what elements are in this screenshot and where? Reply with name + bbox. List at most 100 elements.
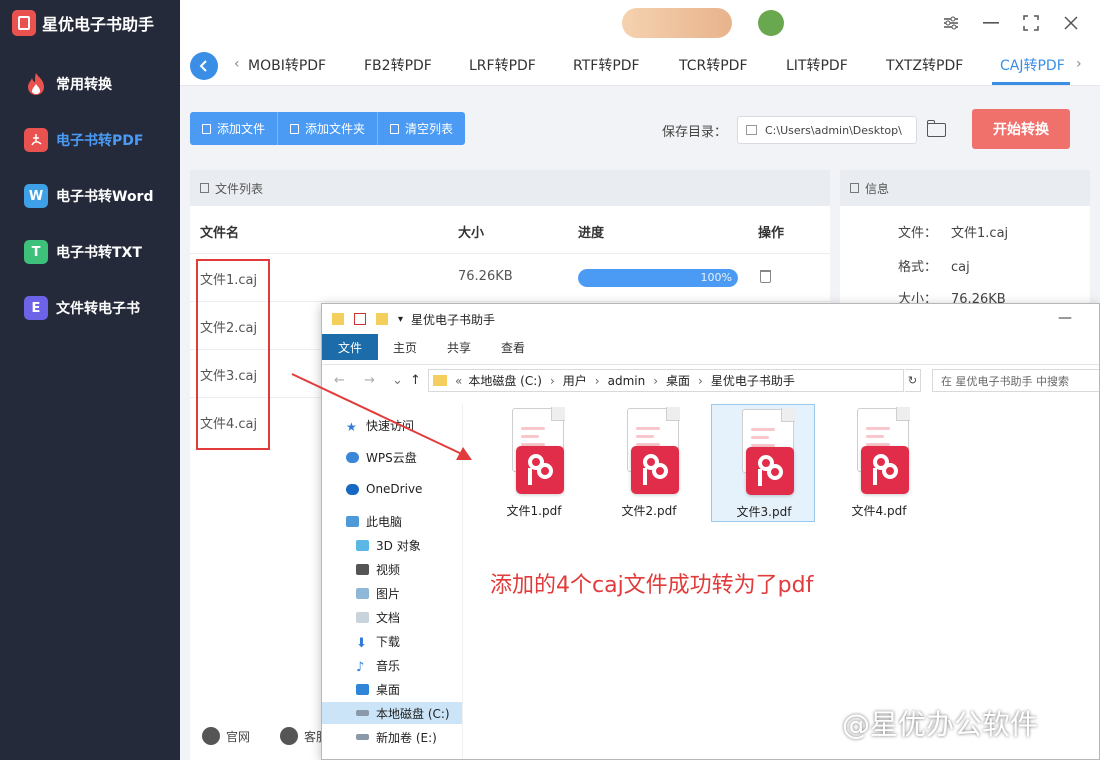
info-format-label: 格式：	[898, 260, 938, 275]
progress-text: 100%	[700, 271, 732, 284]
tree-label: 文档	[376, 610, 401, 625]
info-format: 格式： caj	[898, 256, 970, 275]
account-area[interactable]	[622, 8, 732, 38]
add-file-button[interactable]: 添加文件	[190, 112, 279, 145]
address-bar[interactable]: « 本地磁盘 (C:) › 用户 › admin › 桌面 › 星优电子书助手	[428, 369, 904, 392]
clear-list-button[interactable]: 清空列表	[378, 112, 466, 145]
ribbon-tab-share[interactable]: 共享	[432, 334, 486, 360]
pdf-logo-icon	[516, 446, 564, 494]
watermark: @星优办公软件	[842, 708, 1039, 741]
ribbon-tab-home[interactable]: 主页	[378, 334, 432, 360]
tree-item-videos[interactable]: 视频	[356, 558, 400, 580]
pdf-icon	[24, 128, 48, 152]
add-folder-label: 添加文件夹	[305, 122, 366, 136]
tree-item-desktop[interactable]: 桌面	[356, 678, 400, 700]
sidebar-item-file-to-ebook[interactable]: E 文件转电子书	[0, 280, 180, 336]
breadcrumb-item[interactable]: 桌面	[666, 372, 690, 389]
column-header-progress: 进度	[578, 226, 605, 241]
minimize-icon[interactable]: —	[1058, 310, 1072, 326]
file-item[interactable]: 文件1.pdf	[482, 404, 586, 522]
file-icon	[202, 123, 211, 134]
chevron-down-icon[interactable]: ▾	[398, 314, 403, 325]
tree-item-downloads[interactable]: ⬇ 下载	[356, 630, 400, 652]
sidebar-item-label: 常用转换	[56, 77, 112, 93]
explorer-search-input[interactable]: 在 星优电子书助手 中搜索	[932, 369, 1099, 392]
maximize-icon[interactable]	[1020, 12, 1042, 34]
explorer-title: 星优电子书助手	[411, 312, 496, 327]
music-icon: ♪	[356, 659, 365, 675]
back-button[interactable]	[190, 52, 218, 80]
drive-icon	[356, 734, 369, 740]
tab-scroll-right-icon[interactable]: ›	[1076, 56, 1082, 72]
tab-scroll-left-icon[interactable]: ‹	[234, 56, 240, 72]
folder-icon	[290, 123, 300, 134]
close-icon[interactable]	[1060, 12, 1082, 34]
tree-item-documents[interactable]: 文档	[356, 606, 400, 628]
tree-item-music[interactable]: ♪ 音乐	[356, 654, 400, 676]
folder-icon	[332, 313, 344, 325]
sidebar-item-ebook-to-pdf[interactable]: 电子书转PDF	[0, 112, 180, 168]
breadcrumb-item[interactable]: admin	[608, 374, 646, 388]
file-list-title: 文件列表	[215, 181, 264, 196]
column-header-size: 大小	[458, 226, 485, 241]
avatar[interactable]	[758, 10, 784, 36]
tree-item-onedrive[interactable]: OneDrive	[346, 478, 422, 500]
sidebar-item-common[interactable]: 常用转换	[0, 56, 180, 112]
tree-label: 音乐	[376, 658, 401, 673]
tab-lit-to-pdf[interactable]: LIT转PDF	[786, 55, 848, 75]
active-tab-indicator	[992, 82, 1070, 85]
refresh-icon[interactable]: ↻	[905, 369, 921, 392]
pdf-logo-icon	[746, 447, 794, 495]
tab-tcr-to-pdf[interactable]: TCR转PDF	[679, 55, 748, 75]
save-path-field[interactable]: C:\Users\admin\Desktop\	[737, 116, 917, 144]
tree-item-3d-objects[interactable]: 3D 对象	[356, 534, 421, 556]
title-bar	[180, 0, 1100, 46]
sidebar-item-label: 文件转电子书	[56, 301, 140, 317]
breadcrumb-item[interactable]: 用户	[563, 372, 587, 389]
column-header-action: 操作	[758, 226, 785, 241]
properties-icon[interactable]	[354, 313, 366, 325]
browse-folder-icon[interactable]	[926, 119, 948, 139]
ribbon-tab-view[interactable]: 查看	[486, 334, 540, 360]
sidebar-item-ebook-to-txt[interactable]: T 电子书转TXT	[0, 224, 180, 280]
txt-icon: T	[24, 240, 48, 264]
sidebar-item-ebook-to-word[interactable]: W 电子书转Word	[0, 168, 180, 224]
delete-icon[interactable]	[760, 270, 771, 283]
file-size: 76.26KB	[458, 269, 513, 284]
tab-txtz-to-pdf[interactable]: TXTZ转PDF	[886, 55, 963, 75]
add-folder-button[interactable]: 添加文件夹	[278, 112, 379, 145]
file-item[interactable]: 文件4.pdf	[827, 404, 931, 522]
save-directory-label: 保存目录：	[662, 125, 728, 140]
toolbar: 添加文件 添加文件夹 清空列表	[190, 112, 466, 145]
file-item-selected[interactable]: 文件3.pdf	[711, 404, 815, 522]
tab-fb2-to-pdf[interactable]: FB2转PDF	[364, 55, 432, 75]
chat-icon	[280, 727, 298, 745]
table-row[interactable]: 文件1.caj 76.26KB 100%	[190, 253, 830, 301]
tab-mobi-to-pdf[interactable]: MOBI转PDF	[248, 55, 326, 75]
word-icon: W	[24, 184, 48, 208]
tree-item-this-pc[interactable]: 此电脑	[346, 510, 402, 532]
minimize-icon[interactable]	[980, 12, 1002, 34]
flame-icon	[24, 72, 48, 96]
tab-caj-to-pdf[interactable]: CAJ转PDF	[1000, 55, 1065, 75]
app-name: 星优电子书助手	[42, 15, 155, 34]
app-title: 星优电子书助手	[12, 10, 154, 36]
new-folder-icon[interactable]	[376, 313, 388, 325]
website-link[interactable]: 官网	[202, 727, 250, 745]
ribbon-tab-file[interactable]: 文件	[322, 334, 379, 360]
sidebar-item-label: 电子书转TXT	[56, 245, 142, 261]
tree-item-pictures[interactable]: 图片	[356, 582, 400, 604]
explorer-titlebar: ▾ 星优电子书助手 —	[322, 304, 1099, 334]
settings-icon[interactable]	[940, 12, 962, 34]
breadcrumb-item[interactable]: 星优电子书助手	[711, 372, 795, 389]
tab-lrf-to-pdf[interactable]: LRF转PDF	[469, 55, 536, 75]
info-file-label: 文件：	[898, 226, 938, 241]
file-item[interactable]: 文件2.pdf	[597, 404, 701, 522]
file-name: 文件2.pdf	[621, 504, 677, 518]
tree-item-new-volume-e[interactable]: 新加卷 (E:)	[356, 726, 437, 748]
start-convert-button[interactable]: 开始转换	[972, 109, 1070, 149]
drive-icon	[356, 710, 369, 716]
tab-rtf-to-pdf[interactable]: RTF转PDF	[573, 55, 640, 75]
add-file-label: 添加文件	[217, 122, 266, 136]
tree-item-local-disk-c[interactable]: 本地磁盘 (C:)	[322, 702, 462, 724]
